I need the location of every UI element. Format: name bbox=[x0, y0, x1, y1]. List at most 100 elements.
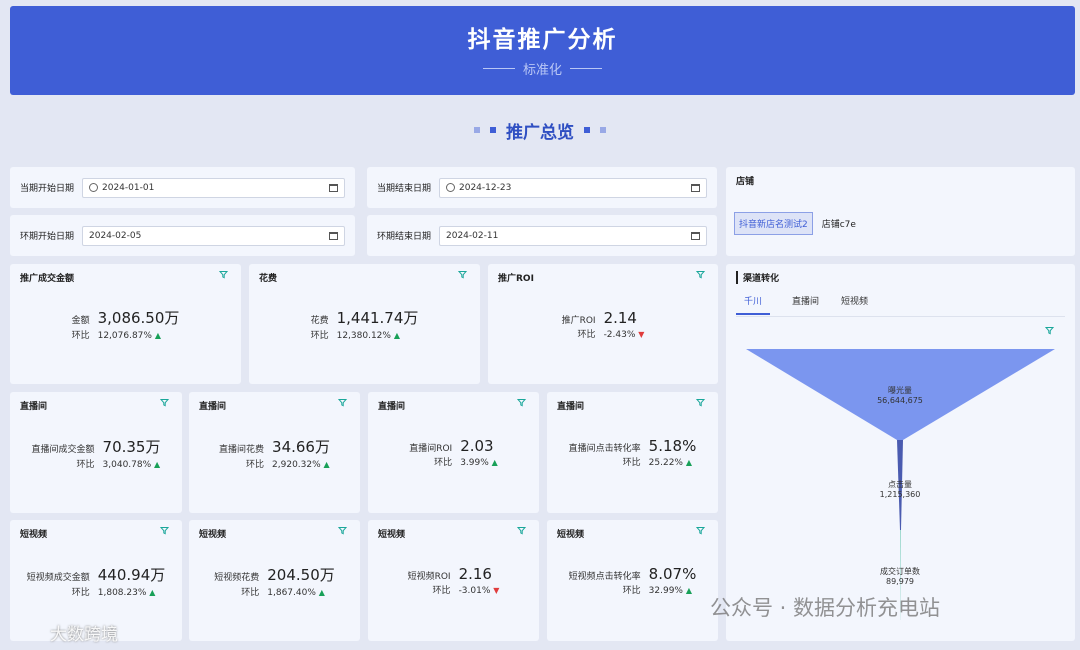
trend-down-icon: ▼ bbox=[493, 586, 500, 595]
stage-value: 1,215,360 bbox=[879, 490, 921, 499]
compare-label: 环比 bbox=[434, 458, 453, 468]
calendar-icon[interactable] bbox=[691, 231, 700, 240]
date-value: 2024-02-11 bbox=[446, 230, 499, 241]
kpi-card-live-roi: 直播间 直播间ROI 2.03 环比 3.99% ▲ bbox=[368, 392, 539, 513]
date-value: 2024-02-05 bbox=[89, 230, 142, 241]
date-value: 2024-12-23 bbox=[459, 182, 512, 193]
compare-value: 25.22% bbox=[648, 458, 683, 468]
compare-value: -2.43% bbox=[603, 329, 636, 340]
filter-current-end: 当期结束日期 2024-12-23 bbox=[367, 167, 717, 208]
store-tag[interactable]: 抖音新店名测试2 bbox=[734, 212, 813, 235]
wechat-watermark: 公众号 · 数据分析充电站 bbox=[710, 596, 941, 620]
metric-value: 2.03 bbox=[460, 437, 494, 455]
metric-label: 短视频ROI bbox=[407, 572, 451, 582]
metric-value: 1,441.74万 bbox=[336, 309, 419, 327]
compare-value: 32.99% bbox=[648, 586, 683, 596]
calendar-icon[interactable] bbox=[329, 183, 338, 192]
clock-icon bbox=[446, 183, 455, 192]
decor-square bbox=[584, 127, 590, 133]
metric-label: 花费 bbox=[310, 316, 329, 326]
metric-label: 直播间成交金额 bbox=[31, 444, 95, 455]
compare-value: 2,920.32% bbox=[272, 459, 321, 470]
page-subtitle-row: 标准化 bbox=[10, 59, 1075, 78]
page-subtitle: 标准化 bbox=[522, 63, 562, 78]
kpi-card-promo-roi: 推广ROI 推广ROI 2.14 环比 -2.43% ▼ bbox=[488, 264, 718, 384]
calendar-icon[interactable] bbox=[691, 183, 700, 192]
kpi-card-spend: 花费 花费 1,441.74万 环比 12,380.12% ▲ bbox=[249, 264, 480, 384]
decor-square bbox=[600, 127, 606, 133]
calendar-icon[interactable] bbox=[329, 231, 338, 240]
metric-value: 2.14 bbox=[603, 308, 637, 327]
date-input-prior-start[interactable]: 2024-02-05 bbox=[82, 225, 345, 246]
date-input-current-end[interactable]: 2024-12-23 bbox=[439, 177, 707, 198]
metric-value: 204.50万 bbox=[267, 565, 335, 584]
stage-name: 点击量 bbox=[888, 480, 912, 489]
kpi-card-video-spend: 短视频 短视频花费 204.50万 环比 1,867.40% ▲ bbox=[189, 520, 360, 641]
kpi-card-video-roi: 短视频 短视频ROI 2.16 环比 -3.01% ▼ bbox=[368, 520, 539, 641]
filter-label: 当期开始日期 bbox=[20, 184, 75, 194]
channel-funnel-panel: 渠道转化 千川 直播间 短视频 曝光量 56,644,675 点击量 1,215… bbox=[726, 264, 1075, 641]
stage-value: 56,644,675 bbox=[877, 396, 923, 405]
compare-value: 3.99% bbox=[460, 458, 489, 468]
compare-label: 环比 bbox=[310, 331, 329, 341]
metric-value: 3,086.50万 bbox=[97, 309, 180, 327]
date-input-current-start[interactable]: 2024-01-01 bbox=[82, 177, 345, 198]
filter-prior-start: 环期开始日期 2024-02-05 bbox=[10, 215, 355, 256]
header-banner: 抖音推广分析 标准化 bbox=[10, 6, 1075, 95]
trend-up-icon: ▲ bbox=[149, 587, 156, 597]
compare-value: 12,076.87% bbox=[97, 331, 152, 341]
metric-value: 34.66万 bbox=[272, 437, 330, 456]
compare-label: 环比 bbox=[246, 459, 265, 470]
compare-label: 环比 bbox=[71, 331, 90, 341]
filter-label: 当期结束日期 bbox=[377, 184, 432, 194]
filter-label: 环期开始日期 bbox=[20, 232, 75, 242]
decor-square bbox=[490, 127, 496, 133]
metric-label: 短视频成交金额 bbox=[26, 572, 90, 583]
metric-label: 推广ROI bbox=[561, 315, 596, 326]
funnel-label-clicks: 点击量 1,215,360 bbox=[850, 480, 950, 500]
filter-prior-end: 环期结束日期 2024-02-11 bbox=[367, 215, 717, 256]
kpi-card-video-cvr: 短视频 短视频点击转化率 8.07% 环比 32.99% ▲ bbox=[547, 520, 718, 641]
date-input-prior-end[interactable]: 2024-02-11 bbox=[439, 225, 707, 246]
compare-label: 环比 bbox=[76, 459, 95, 470]
trend-up-icon: ▲ bbox=[685, 586, 693, 595]
trend-up-icon: ▲ bbox=[393, 331, 400, 340]
metric-value: 70.35万 bbox=[102, 437, 161, 456]
stage-name: 成交订单数 bbox=[880, 567, 920, 576]
store-tag-list: 抖音新店名测试2 店铺c7e bbox=[734, 212, 861, 235]
funnel-label-impressions: 曝光量 56,644,675 bbox=[850, 386, 950, 406]
compare-label: 环比 bbox=[241, 587, 260, 598]
section-title: 推广总览 bbox=[506, 122, 574, 143]
trend-up-icon: ▲ bbox=[323, 459, 330, 469]
brand-watermark: 大数跨境 bbox=[50, 625, 118, 645]
clock-icon bbox=[89, 183, 98, 192]
trend-up-icon: ▲ bbox=[318, 587, 325, 597]
stage-name: 曝光量 bbox=[888, 386, 912, 395]
compare-label: 环比 bbox=[577, 329, 596, 340]
kpi-card-promo-gmv: 推广成交金额 金额 3,086.50万 环比 12,076.87% ▲ bbox=[10, 264, 241, 384]
trend-up-icon: ▲ bbox=[154, 331, 161, 340]
filter-current-start: 当期开始日期 2024-01-01 bbox=[10, 167, 355, 208]
store-tag[interactable]: 店铺c7e bbox=[817, 212, 861, 235]
compare-value: 1,867.40% bbox=[267, 587, 316, 598]
compare-label: 环比 bbox=[71, 587, 90, 598]
compare-label: 环比 bbox=[622, 586, 641, 596]
metric-value: 2.16 bbox=[458, 565, 492, 583]
metric-label: 直播间ROI bbox=[409, 444, 453, 454]
divider-line bbox=[482, 68, 515, 69]
compare-label: 环比 bbox=[432, 586, 451, 596]
metric-value: 5.18% bbox=[648, 437, 697, 455]
store-title: 店铺 bbox=[736, 177, 755, 187]
kpi-card-live-spend: 直播间 直播间花费 34.66万 环比 2,920.32% ▲ bbox=[189, 392, 360, 513]
filter-label: 环期结束日期 bbox=[377, 232, 432, 242]
metric-value: 8.07% bbox=[648, 565, 697, 583]
compare-label: 环比 bbox=[622, 458, 641, 468]
divider-line bbox=[570, 68, 602, 69]
metric-label: 直播间花费 bbox=[219, 444, 265, 455]
kpi-card-live-cvr: 直播间 直播间点击转化率 5.18% 环比 25.22% ▲ bbox=[547, 392, 718, 513]
trend-up-icon: ▲ bbox=[685, 458, 693, 467]
compare-value: 3,040.78% bbox=[102, 459, 152, 470]
metric-label: 直播间点击转化率 bbox=[568, 444, 641, 454]
store-panel: 店铺 抖音新店名测试2 店铺c7e bbox=[726, 167, 1075, 256]
metric-label: 短视频点击转化率 bbox=[568, 572, 641, 582]
